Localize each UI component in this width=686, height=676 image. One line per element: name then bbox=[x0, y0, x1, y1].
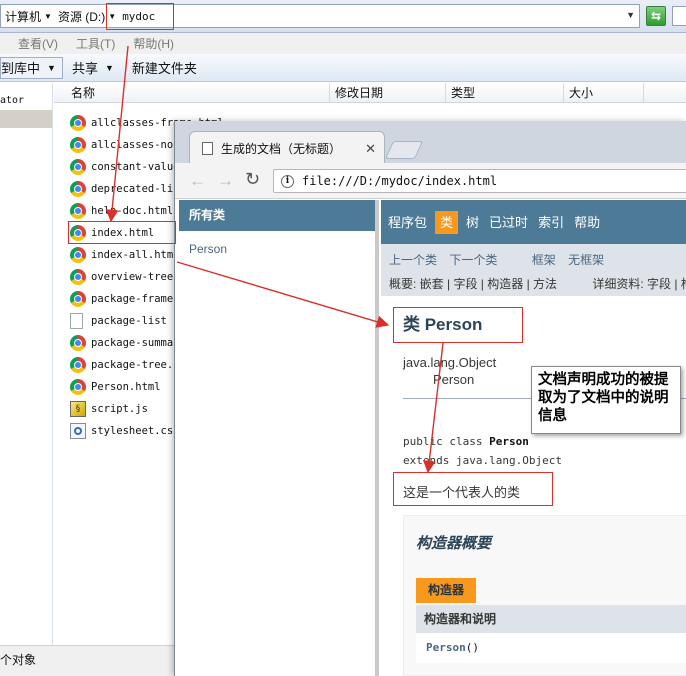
chrome-icon bbox=[70, 181, 86, 197]
file-name: help-doc.html bbox=[91, 205, 174, 217]
inheritance-parent[interactable]: java.lang.Object bbox=[403, 355, 496, 370]
chrome-icon bbox=[70, 115, 86, 131]
address-bar-area: 计算机 ▼ 资源 (D:) ▼ mydoc ▼ ⇆ bbox=[0, 0, 686, 33]
highlight-index-html bbox=[68, 221, 176, 244]
summary-title: 构造器概要 bbox=[416, 535, 492, 552]
tab-title: 生成的文档（无标题） bbox=[221, 141, 342, 156]
summary-links[interactable]: 概要: 嵌套 | 字段 | 构造器 | 方法 bbox=[389, 277, 557, 291]
forward-icon[interactable]: → bbox=[217, 171, 234, 191]
constructor-row: Person() bbox=[416, 633, 686, 663]
highlight-class-title bbox=[393, 307, 523, 343]
inheritance-child: Person bbox=[433, 372, 475, 387]
stylesheet-icon bbox=[70, 423, 86, 439]
chevron-down-icon[interactable]: ▼ bbox=[44, 12, 52, 21]
new-tab-button[interactable] bbox=[384, 141, 424, 159]
constructor-tab: 构造器 bbox=[416, 578, 477, 603]
nav-tree[interactable]: 树 bbox=[461, 211, 484, 234]
page-content: 所有类 Person 程序包 类 树 已过时 索引 帮助 上一个类 下一个类 框… bbox=[175, 200, 686, 676]
prev-class-link[interactable]: 上一个类 bbox=[389, 253, 437, 267]
file-name: package-list bbox=[91, 315, 167, 327]
close-icon[interactable]: ✕ bbox=[365, 141, 376, 157]
include-in-library-button[interactable]: 到库中 ▼ bbox=[0, 56, 63, 79]
highlight-mydoc bbox=[106, 3, 174, 30]
nav-item-selected[interactable] bbox=[0, 110, 52, 128]
document-icon bbox=[70, 313, 83, 329]
menu-view[interactable]: 查看(V) bbox=[18, 35, 58, 52]
browser-tab[interactable]: 生成的文档（无标题） ✕ bbox=[189, 131, 385, 164]
tab-strip: 生成的文档（无标题） ✕ bbox=[175, 121, 686, 164]
nav-help[interactable]: 帮助 bbox=[569, 211, 605, 234]
class-link-person[interactable]: Person bbox=[189, 242, 227, 256]
url-text: file:///D:/mydoc/index.html bbox=[302, 174, 498, 188]
column-header-size[interactable]: 大小 bbox=[564, 83, 644, 103]
chrome-icon bbox=[70, 269, 86, 285]
column-header-name[interactable]: 名称 bbox=[66, 83, 330, 103]
chrome-icon bbox=[70, 203, 86, 219]
script-icon: § bbox=[70, 401, 86, 417]
no-frames-link[interactable]: 无框架 bbox=[568, 253, 604, 267]
nav-package[interactable]: 程序包 bbox=[383, 211, 432, 234]
info-icon[interactable]: i bbox=[281, 174, 294, 188]
column-header-type[interactable]: 类型 bbox=[446, 83, 564, 103]
inheritance-tree: java.lang.Object Person bbox=[403, 355, 496, 387]
new-folder-button[interactable]: 新建文件夹 bbox=[123, 57, 206, 79]
explorer-toolbar: 到库中 ▼ 共享 ▼ 新建文件夹 bbox=[0, 54, 686, 82]
all-classes-frame: 所有类 Person bbox=[179, 200, 379, 676]
column-headers: 名称 修改日期 类型 大小 bbox=[54, 83, 686, 103]
menu-bar: 查看(V) 工具(T) 帮助(H) bbox=[0, 33, 686, 54]
frames-link[interactable]: 框架 bbox=[532, 253, 556, 267]
chrome-icon bbox=[70, 379, 86, 395]
constructor-table-header: 构造器和说明 bbox=[416, 605, 686, 633]
chrome-icon bbox=[70, 357, 86, 373]
address-dropdown-icon[interactable]: ▼ bbox=[626, 10, 635, 20]
sub-navigation: 上一个类 下一个类 框架 无框架 概要: 嵌套 | 字段 | 构造器 | 方法 … bbox=[381, 244, 686, 296]
url-row: ← → ↻ i file:///D:/mydoc/index.html bbox=[175, 163, 686, 199]
top-navigation: 程序包 类 树 已过时 索引 帮助 bbox=[381, 200, 686, 244]
address-box[interactable]: 计算机 ▼ 资源 (D:) ▼ mydoc ▼ bbox=[0, 4, 640, 28]
nav-item-fragment[interactable]: ator bbox=[0, 95, 24, 106]
back-icon[interactable]: ← bbox=[189, 171, 206, 191]
chrome-icon bbox=[70, 159, 86, 175]
class-name: Person bbox=[489, 435, 529, 448]
menu-help[interactable]: 帮助(H) bbox=[133, 35, 174, 52]
chevron-down-icon: ▼ bbox=[104, 62, 114, 73]
navigation-pane[interactable] bbox=[0, 83, 53, 645]
nav-index[interactable]: 索引 bbox=[533, 211, 569, 234]
share-button[interactable]: 共享 ▼ bbox=[63, 57, 123, 79]
next-class-link[interactable]: 下一个类 bbox=[449, 253, 497, 267]
nav-deprecated[interactable]: 已过时 bbox=[484, 211, 533, 234]
annotation-callout: 文档声明成功的被提取为了文档中的说明信息 bbox=[531, 366, 681, 434]
file-name: script.js bbox=[91, 403, 148, 415]
search-input[interactable] bbox=[672, 6, 686, 26]
chrome-icon bbox=[70, 247, 86, 263]
file-name: index-all.html bbox=[91, 249, 180, 261]
menu-tools[interactable]: 工具(T) bbox=[76, 35, 115, 52]
chrome-icon bbox=[70, 335, 86, 351]
chrome-icon bbox=[70, 291, 86, 307]
chevron-down-icon: ▼ bbox=[47, 62, 56, 73]
highlight-description bbox=[393, 472, 553, 506]
file-list: allclasses-frame.html allclasses-noframe.… bbox=[54, 104, 236, 645]
constructor-summary: 构造器概要 构造器 构造器和说明 Person() bbox=[403, 515, 686, 676]
file-name: Person.html bbox=[91, 381, 161, 393]
column-header-date[interactable]: 修改日期 bbox=[330, 83, 446, 103]
reload-icon[interactable]: ↻ bbox=[245, 169, 260, 190]
nav-class: 类 bbox=[435, 210, 459, 234]
refresh-icon: ⇆ bbox=[650, 9, 662, 23]
class-declaration: public class Person extends java.lang.Ob… bbox=[403, 432, 562, 470]
detail-links[interactable]: 详细资料: 字段 | 构 bbox=[592, 277, 686, 291]
refresh-button[interactable]: ⇆ bbox=[646, 6, 666, 26]
page-icon bbox=[202, 141, 213, 155]
chrome-icon bbox=[70, 137, 86, 153]
all-classes-header: 所有类 bbox=[179, 200, 375, 231]
breadcrumb-computer[interactable]: 计算机 ▼ bbox=[5, 8, 52, 25]
constructor-link[interactable]: Person bbox=[426, 641, 466, 654]
extends-clause: extends java.lang.Object bbox=[403, 454, 562, 467]
class-frame: 程序包 类 树 已过时 索引 帮助 上一个类 下一个类 框架 无框架 概要: 嵌… bbox=[381, 200, 686, 676]
url-input[interactable]: i file:///D:/mydoc/index.html bbox=[273, 169, 686, 193]
file-name: stylesheet.css bbox=[91, 425, 180, 437]
status-text: 个对象 bbox=[0, 653, 37, 667]
